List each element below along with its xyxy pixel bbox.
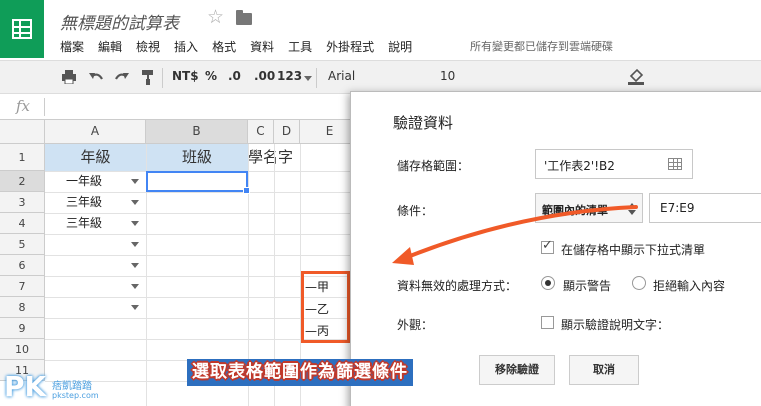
cell-dropdown-icon[interactable] xyxy=(131,242,139,247)
toolbar: NT$ % .0 .00 123 Arial 10 xyxy=(0,60,761,94)
decrease-decimal-button[interactable]: .0 xyxy=(228,69,241,83)
fill-color-icon[interactable] xyxy=(628,67,644,85)
menu-addons[interactable]: 外掛程式 xyxy=(326,38,374,56)
show-help-text-label: 顯示驗證說明文字： xyxy=(561,318,670,332)
sheets-logo-icon[interactable] xyxy=(0,0,44,58)
gridline xyxy=(45,234,355,235)
cell-dropdown-icon[interactable] xyxy=(131,305,139,310)
cancel-button[interactable]: 取消 xyxy=(569,355,639,385)
column-header-a[interactable]: A xyxy=(45,120,146,144)
row-header-7[interactable]: 7 xyxy=(0,276,45,297)
cell-a2[interactable]: 一年級 xyxy=(66,171,102,192)
cell-a4[interactable]: 三年級 xyxy=(66,213,102,234)
menu-file[interactable]: 檔案 xyxy=(60,38,84,56)
cell-dropdown-icon[interactable] xyxy=(131,263,139,268)
format-currency-button[interactable]: NT$ xyxy=(172,69,199,83)
menu-insert[interactable]: 插入 xyxy=(174,38,198,56)
row-header-10[interactable]: 10 xyxy=(0,339,45,360)
site-logo-subtitle: 痞凱踏踏 xyxy=(52,381,92,392)
chevron-down-icon xyxy=(304,76,312,81)
menu-format[interactable]: 格式 xyxy=(212,38,236,56)
row-header-4[interactable]: 4 xyxy=(0,213,45,234)
menu-help[interactable]: 說明 xyxy=(388,38,412,56)
show-dropdown-checkbox[interactable] xyxy=(541,238,554,254)
format-percent-button[interactable]: % xyxy=(205,69,217,83)
show-dropdown-label: 在儲存格中顯示下拉式清單 xyxy=(561,243,706,257)
range-input[interactable]: '工作表2'!B2 xyxy=(535,149,693,179)
row-header-1[interactable]: 1 xyxy=(0,144,45,171)
show-warning-label: 顯示警告 xyxy=(563,279,612,293)
font-size-select[interactable]: 10 xyxy=(440,69,455,83)
fx-icon: fx xyxy=(16,97,31,115)
more-formats-button[interactable]: 123 xyxy=(277,69,302,83)
site-logo: PK xyxy=(4,370,47,403)
cell-a1[interactable]: 年級 xyxy=(45,144,146,171)
criteria-type-select[interactable]: 範圍內的清單 xyxy=(535,193,643,223)
appearance-label: 外觀： xyxy=(397,318,434,332)
gridline xyxy=(45,255,355,256)
site-logo-url: pkstep.com xyxy=(52,391,99,400)
range-label: 儲存格範圍： xyxy=(397,159,470,173)
toolbar-divider xyxy=(162,68,163,88)
toolbar-divider xyxy=(316,68,317,88)
cell-dropdown-icon[interactable] xyxy=(131,200,139,205)
reject-input-label: 拒絕輸入內容 xyxy=(653,279,726,293)
menu-data[interactable]: 資料 xyxy=(250,38,274,56)
menu-bar: 檔案 編輯 檢視 插入 格式 資料 工具 外掛程式 說明 xyxy=(60,38,426,56)
row-header-5[interactable]: 5 xyxy=(0,234,45,255)
criteria-type-value: 範圍內的清單 xyxy=(542,204,608,217)
font-select[interactable]: Arial xyxy=(328,69,355,83)
show-help-text-checkbox[interactable] xyxy=(541,316,554,329)
row-header-9[interactable]: 9 xyxy=(0,318,45,339)
column-header-d[interactable]: D xyxy=(274,120,300,144)
cell-dropdown-icon[interactable] xyxy=(131,284,139,289)
column-header-b[interactable]: B xyxy=(146,120,248,144)
document-title[interactable]: 無標題的試算表 xyxy=(60,9,179,34)
criteria-range-input[interactable]: E7:E9 xyxy=(649,193,761,223)
row-header-6[interactable]: 6 xyxy=(0,255,45,276)
cell-a3[interactable]: 三年級 xyxy=(66,192,102,213)
menu-view[interactable]: 檢視 xyxy=(136,38,160,56)
row-header-3[interactable]: 3 xyxy=(0,192,45,213)
paint-format-icon[interactable] xyxy=(141,69,155,85)
select-arrows-icon xyxy=(628,203,636,215)
reject-input-radio[interactable] xyxy=(632,276,646,290)
active-cell-b2[interactable] xyxy=(146,171,250,194)
invalid-data-label: 資料無效的處理方式： xyxy=(397,279,518,293)
dialog-title: 驗證資料 xyxy=(393,114,454,132)
select-all-corner[interactable] xyxy=(0,120,45,144)
app-bar: 無標題的試算表 ☆ 檔案 編輯 檢視 插入 格式 資料 工具 外掛程式 說明 所… xyxy=(0,0,761,60)
cell-dropdown-icon[interactable] xyxy=(131,179,139,184)
increase-decimal-button[interactable]: .00 xyxy=(254,69,275,83)
highlight-box xyxy=(301,271,350,343)
row-header-8[interactable]: 8 xyxy=(0,297,45,318)
redo-icon[interactable] xyxy=(114,71,130,83)
row-header-2[interactable]: 2 xyxy=(0,171,45,192)
cell-b1[interactable]: 班級 xyxy=(146,144,248,171)
folder-icon[interactable] xyxy=(236,10,252,25)
select-range-icon[interactable] xyxy=(668,158,682,170)
criteria-range-value: E7:E9 xyxy=(660,201,695,215)
formula-divider xyxy=(44,98,45,116)
menu-edit[interactable]: 編輯 xyxy=(98,38,122,56)
remove-validation-button[interactable]: 移除驗證 xyxy=(479,355,555,385)
column-header-c[interactable]: C xyxy=(248,120,274,144)
range-value: '工作表2'!B2 xyxy=(544,159,615,173)
show-warning-radio[interactable] xyxy=(541,276,555,290)
criteria-label: 條件： xyxy=(397,204,434,218)
star-icon[interactable]: ☆ xyxy=(207,6,224,28)
cell-dropdown-icon[interactable] xyxy=(131,221,139,226)
undo-icon[interactable] xyxy=(88,71,104,83)
menu-tools[interactable]: 工具 xyxy=(288,38,312,56)
save-status: 所有變更都已儲存到雲端硬碟 xyxy=(470,40,613,53)
print-icon[interactable] xyxy=(61,70,77,84)
annotation-caption: 選取表格範圍作為篩選條件 xyxy=(187,359,413,386)
